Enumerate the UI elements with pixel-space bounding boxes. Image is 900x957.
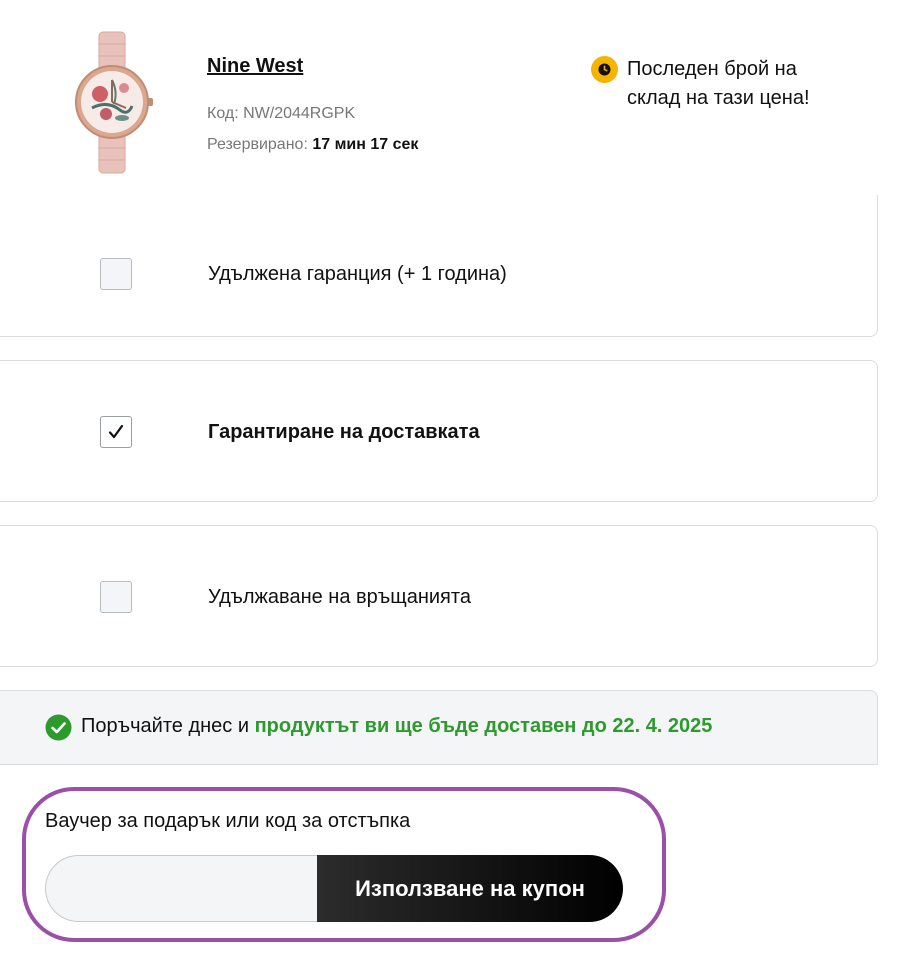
extended-returns-checkbox[interactable] [100, 581, 132, 613]
delivery-prefix: Поръчайте днес и [81, 715, 250, 737]
option-card-delivery-guarantee: Гарантиране на доставката [0, 360, 878, 502]
product-code-value: NW/2044RGPK [243, 105, 356, 122]
delivery-date-highlight: продуктът ви ще бъде доставен до 22. 4. … [254, 715, 713, 737]
product-code-label: Код: [207, 105, 239, 122]
extended-warranty-checkbox[interactable] [100, 258, 132, 290]
option-card-extended-warranty: Удължена гаранция (+ 1 година) [0, 195, 878, 337]
reservation-timer: 17 мин 17 сек [312, 136, 419, 153]
delivery-guarantee-checkbox[interactable] [100, 416, 132, 448]
delivery-guarantee-label[interactable]: Гарантиране на доставката [208, 421, 480, 444]
stock-notice-line2: склад на тази цена! [627, 87, 810, 109]
extended-warranty-label[interactable]: Удължена гаранция (+ 1 година) [208, 263, 507, 286]
apply-coupon-button[interactable]: Използване на купон [317, 855, 623, 922]
reservation-label: Резервирано: [207, 136, 308, 153]
stock-notice-text: Последен брой на склад на тази цена! [627, 55, 847, 113]
check-circle-icon [45, 714, 72, 741]
product-code: Код: NW/2044RGPK [207, 105, 355, 123]
option-card-extended-returns: Удължаване на връщанията [0, 525, 878, 667]
voucher-label: Ваучер за подарък или код за отстъпка [45, 810, 411, 832]
product-image[interactable] [62, 30, 162, 175]
clock-icon [591, 56, 618, 83]
stock-notice: Последен брой на склад на тази цена! [591, 55, 847, 113]
product-name-link[interactable]: Nine West [207, 55, 303, 78]
reservation-info: Резервирано: 17 мин 17 сек [207, 136, 418, 154]
delivery-estimate: Поръчайте днес и продуктът ви ще бъде до… [81, 715, 712, 738]
stock-notice-line1: Последен брой на [627, 58, 797, 80]
extended-returns-label[interactable]: Удължаване на връщанията [208, 586, 471, 609]
checkmark-icon [108, 424, 124, 439]
voucher-code-input[interactable] [45, 855, 335, 922]
